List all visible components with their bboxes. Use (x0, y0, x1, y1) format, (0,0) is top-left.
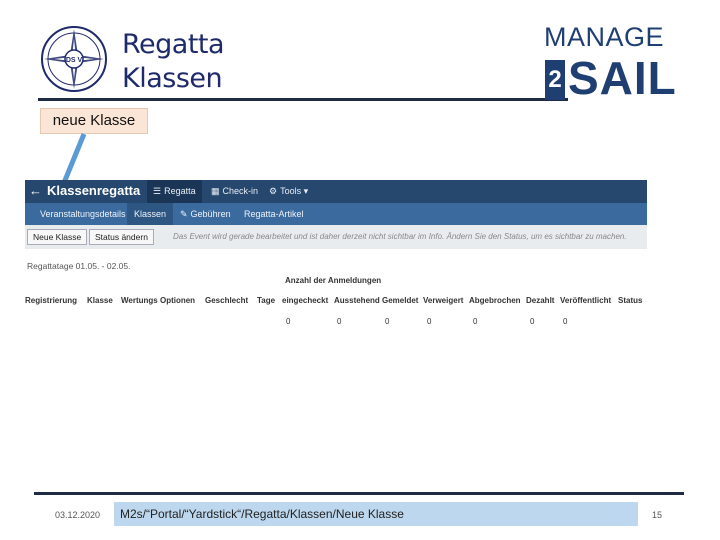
brand-sail: SAIL (568, 52, 677, 104)
col-header-cancelled: Abgebrochen (469, 296, 521, 305)
app-screenshot: ← Klassenregatta ☰ Regatta ▦ Check-in ⚙ Too… (25, 180, 647, 330)
list-icon: ☰ (153, 186, 162, 196)
back-arrow-icon[interactable]: ← (29, 183, 42, 198)
slide-title: Regatta Klassen (122, 28, 225, 96)
tag-icon: ✎ (180, 209, 188, 219)
subtab-classes[interactable]: Klassen (127, 203, 174, 225)
col-header-registration: Registrierung (25, 296, 78, 305)
col-header-registered: Gemeldet (382, 296, 419, 305)
app-title: Klassenregatta (47, 183, 141, 198)
col-header-days: Tage (257, 296, 276, 305)
footer-path: M2s/“Portal/“Yardstick“/Regatta/Klassen/… (114, 502, 638, 526)
tab-regatta-label: Regatta (164, 186, 196, 196)
change-status-button[interactable]: Status ändern (89, 229, 154, 245)
dsv-compass-logo: DS V (41, 26, 107, 92)
tab-regatta[interactable]: ☰ Regatta (147, 180, 202, 203)
race-dates: Regattatage 01.05. - 02.05. (27, 261, 131, 271)
manage2sail-logo: MANAGE 2 SAIL (540, 20, 690, 104)
footer-date: 03.12.2020 (55, 510, 101, 520)
action-bar: Neue Klasse Status ändern Das Event wird… (25, 225, 647, 249)
top-navbar: ← Klassenregatta ☰ Regatta ▦ Check-in ⚙ Too… (25, 180, 647, 203)
value-published: 0 (563, 317, 568, 326)
col-header-paid: Dezahlt (526, 296, 555, 305)
brand-two: 2 (545, 60, 565, 100)
value-registered: 0 (385, 317, 390, 326)
sub-navbar: Veranstaltungsdetails Klassen ✎ Gebühren … (25, 203, 647, 225)
col-header-status: Status (618, 296, 643, 305)
col-header-pending: Ausstehend (334, 296, 380, 305)
subtab-regatta-articles[interactable]: Regatta-Artikel (237, 203, 311, 225)
subtab-fees[interactable]: ✎ Gebühren (173, 203, 238, 225)
status-notice: Das Event wird gerade bearbeitet und ist… (173, 232, 627, 241)
subtab-fees-label: Gebühren (190, 209, 231, 219)
tab-tools[interactable]: ⚙ Tools ▾ (263, 180, 314, 203)
col-header-gender: Geschlecht (205, 296, 249, 305)
footer-divider (34, 492, 684, 495)
tab-tools-label: Tools (280, 186, 302, 196)
calendar-icon: ▦ (211, 186, 220, 196)
col-header-class: Klasse (87, 296, 113, 305)
gear-icon: ⚙ (269, 186, 278, 196)
subtab-event-details[interactable]: Veranstaltungsdetails (33, 203, 133, 225)
dsv-logo-text: DS V (66, 57, 83, 64)
chevron-down-icon: ▾ (303, 186, 309, 196)
callout-new-class: neue Klasse (40, 108, 148, 134)
table-caption: Anzahl der Anmeldungen (285, 276, 382, 285)
value-refused: 0 (427, 317, 432, 326)
tab-checkin-label: Check-in (222, 186, 259, 196)
new-class-button[interactable]: Neue Klasse (27, 229, 88, 245)
brand-manage: MANAGE (544, 22, 665, 52)
value-cancelled: 0 (473, 317, 478, 326)
value-paid: 0 (530, 317, 535, 326)
slide-title-line1: Regatta (122, 29, 225, 60)
col-header-scoring-options: Wertungs Optionen (121, 296, 196, 305)
value-checked-in: 0 (286, 317, 291, 326)
title-divider (38, 98, 568, 101)
page-number: 15 (652, 510, 663, 520)
col-header-published: Veröffentlicht (560, 296, 612, 305)
slide-title-line2: Klassen (122, 63, 223, 94)
col-header-refused: Verweigert (423, 296, 464, 305)
col-header-checked-in: eingecheckt (282, 296, 329, 305)
tab-checkin[interactable]: ▦ Check-in (205, 180, 264, 203)
value-pending: 0 (337, 317, 342, 326)
